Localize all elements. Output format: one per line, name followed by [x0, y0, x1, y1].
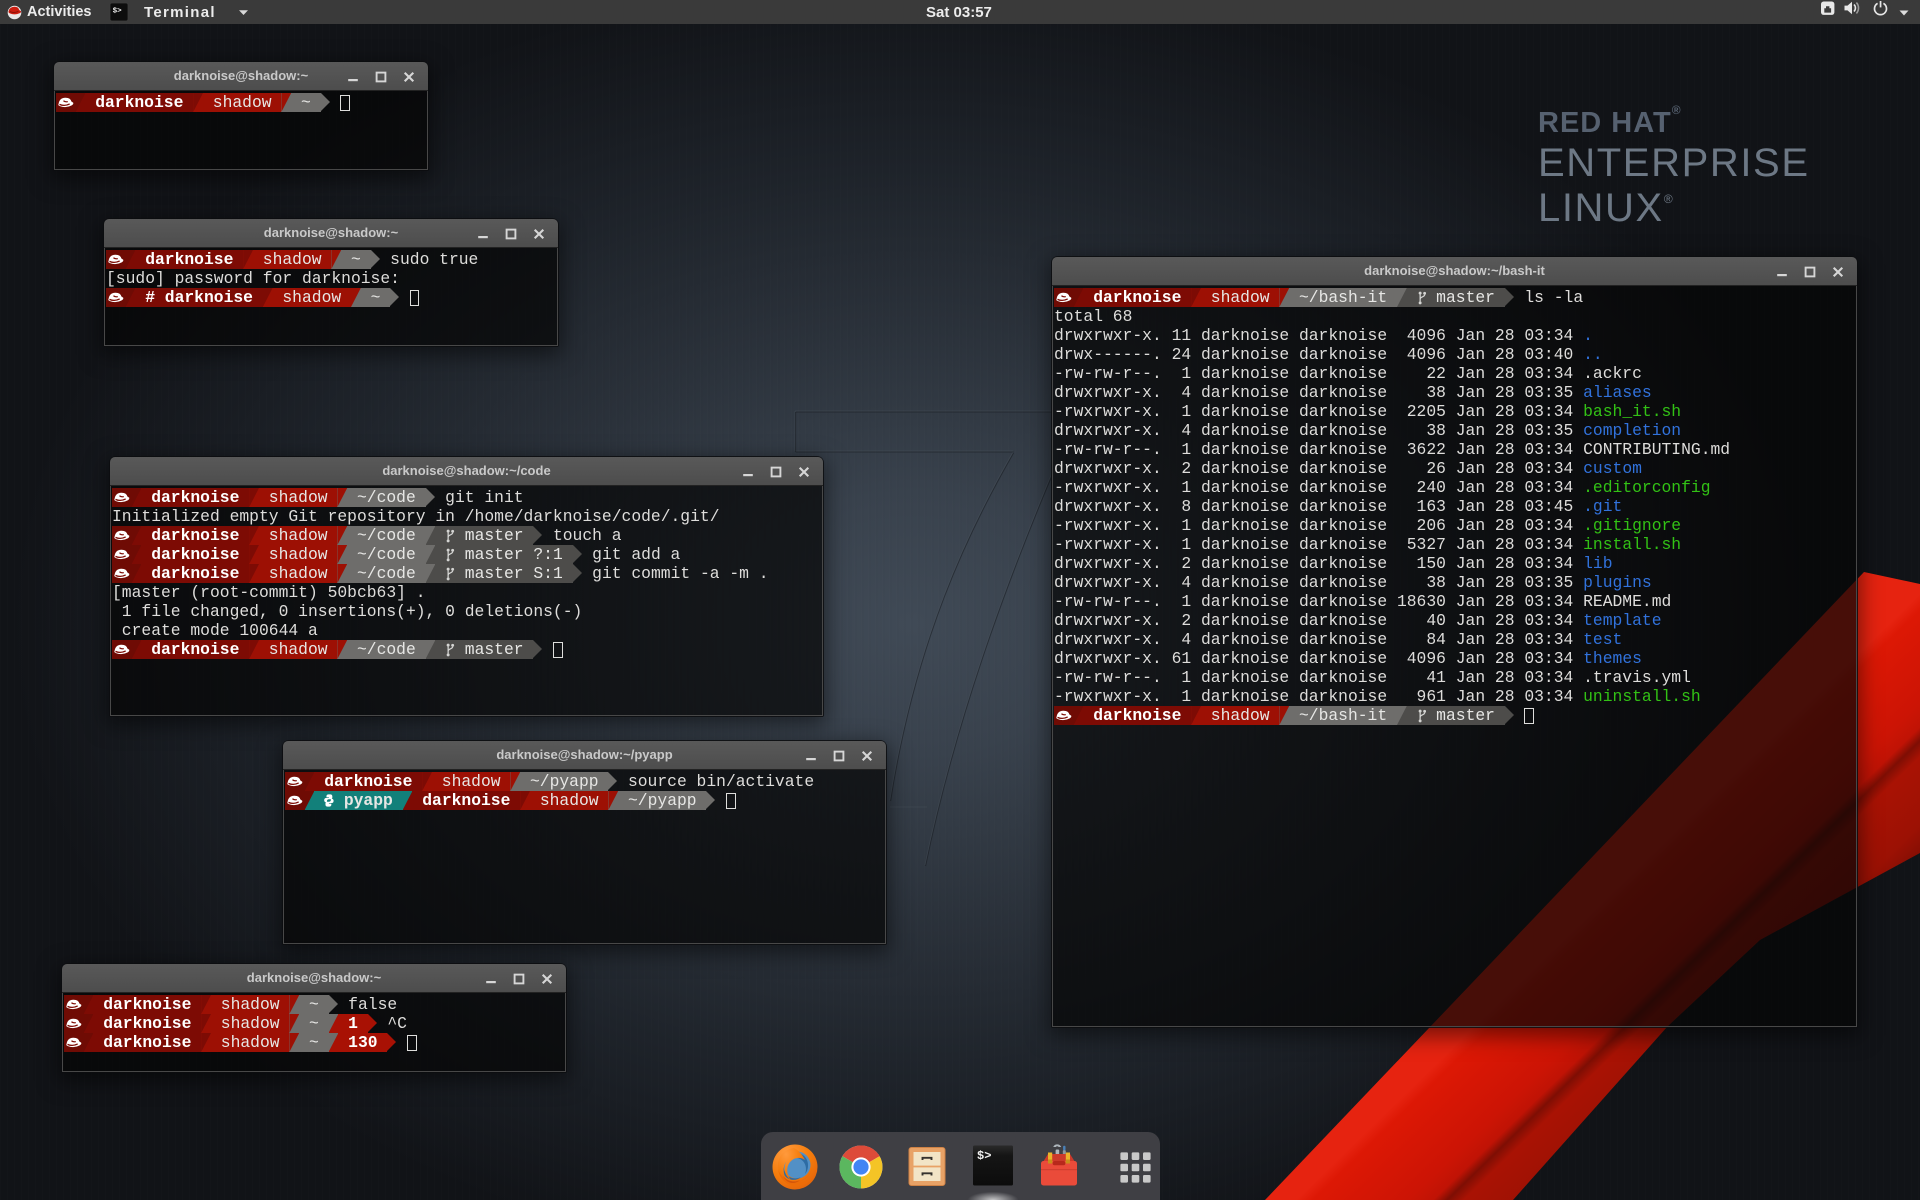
svg-text:$>: $>: [977, 1149, 991, 1163]
svg-text:$>: $>: [113, 8, 123, 16]
